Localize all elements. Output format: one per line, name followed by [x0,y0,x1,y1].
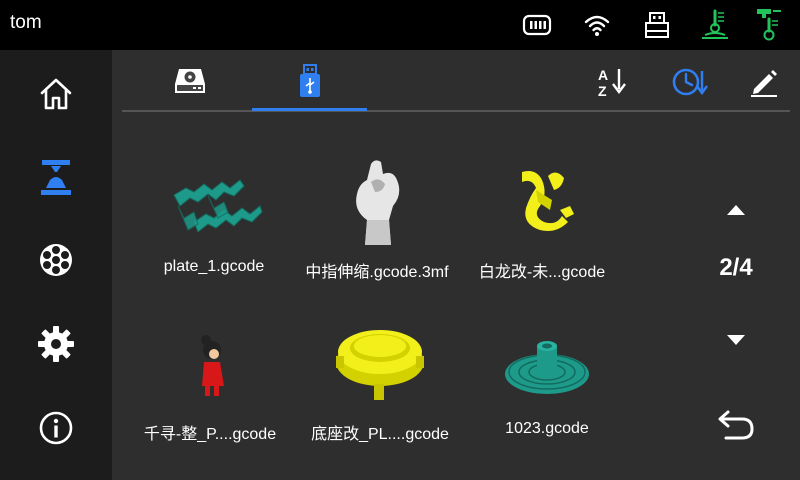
file-thumbnail [522,171,574,231]
tab-internal-storage[interactable] [160,50,220,112]
storage-icon[interactable] [520,8,554,42]
sort-by-time-button[interactable] [670,62,710,102]
file-name: plate_1.gcode [163,258,265,275]
file-item[interactable]: 千寻-整_P....gcode [120,312,300,462]
file-item[interactable]: 底座改_PL....gcode [290,312,470,462]
storage-tabs: A Z [122,50,790,112]
usb-icon [300,64,320,97]
page-down-button[interactable] [716,328,756,352]
page-indicator: 2/4 [719,254,753,281]
arrow-down-icon [727,335,745,345]
nozzle-temperature-icon [698,8,732,42]
file-item[interactable]: 白龙改-未...gcode [452,150,632,300]
file-name: 中指伸缩.gcode.3mf [305,264,449,281]
status-bar: tom [0,0,800,50]
home-icon [40,78,72,110]
sidebar-item-settings[interactable] [34,322,78,366]
tab-usb[interactable] [280,50,340,112]
file-thumbnail [201,335,224,396]
sidebar-item-print[interactable] [34,156,78,200]
usb-drive-icon[interactable] [640,8,674,42]
gear-icon [38,326,74,362]
file-item[interactable]: plate_1.gcode [124,150,304,300]
file-name: 1023.gcode [505,420,589,437]
svg-text:Z: Z [598,83,607,99]
sort-az-icon: A Z [598,67,626,99]
info-icon [39,411,73,445]
active-tab-indicator [252,108,367,111]
file-thumbnail [173,179,263,233]
sort-by-name-button[interactable]: A Z [592,62,632,102]
back-button[interactable] [714,402,758,446]
printer-nozzle-icon [41,160,71,195]
edit-button[interactable] [744,62,784,102]
sidebar-item-home[interactable] [34,72,78,116]
file-thumbnail [356,160,400,245]
sort-time-icon [672,68,708,96]
edit-icon [751,70,777,97]
return-icon [718,410,754,440]
arrow-up-icon [727,205,745,215]
bed-temperature-icon [752,8,786,42]
file-thumbnail [336,330,424,400]
file-name: 底座改_PL....gcode [311,426,449,443]
sidebar [0,50,112,480]
filament-spool-icon [40,244,72,276]
printer-name: tom [10,12,42,33]
file-name: 千寻-整_P....gcode [143,426,277,443]
svg-text:A: A [598,67,608,83]
sidebar-item-filament[interactable] [34,238,78,282]
file-item[interactable]: 1023.gcode [457,312,637,462]
pager: 2/4 [702,190,770,440]
file-thumbnail [505,341,589,394]
file-name: 白龙改-未...gcode [478,264,606,281]
file-browser: A Z plate_1.gcode 中指伸缩.gcode.3mf 白龙改-未..… [112,50,800,480]
hard-drive-icon [175,69,205,93]
file-item[interactable]: 中指伸缩.gcode.3mf [287,150,467,300]
page-up-button[interactable] [716,198,756,222]
sidebar-item-info[interactable] [34,406,78,450]
wifi-icon[interactable] [580,8,614,42]
